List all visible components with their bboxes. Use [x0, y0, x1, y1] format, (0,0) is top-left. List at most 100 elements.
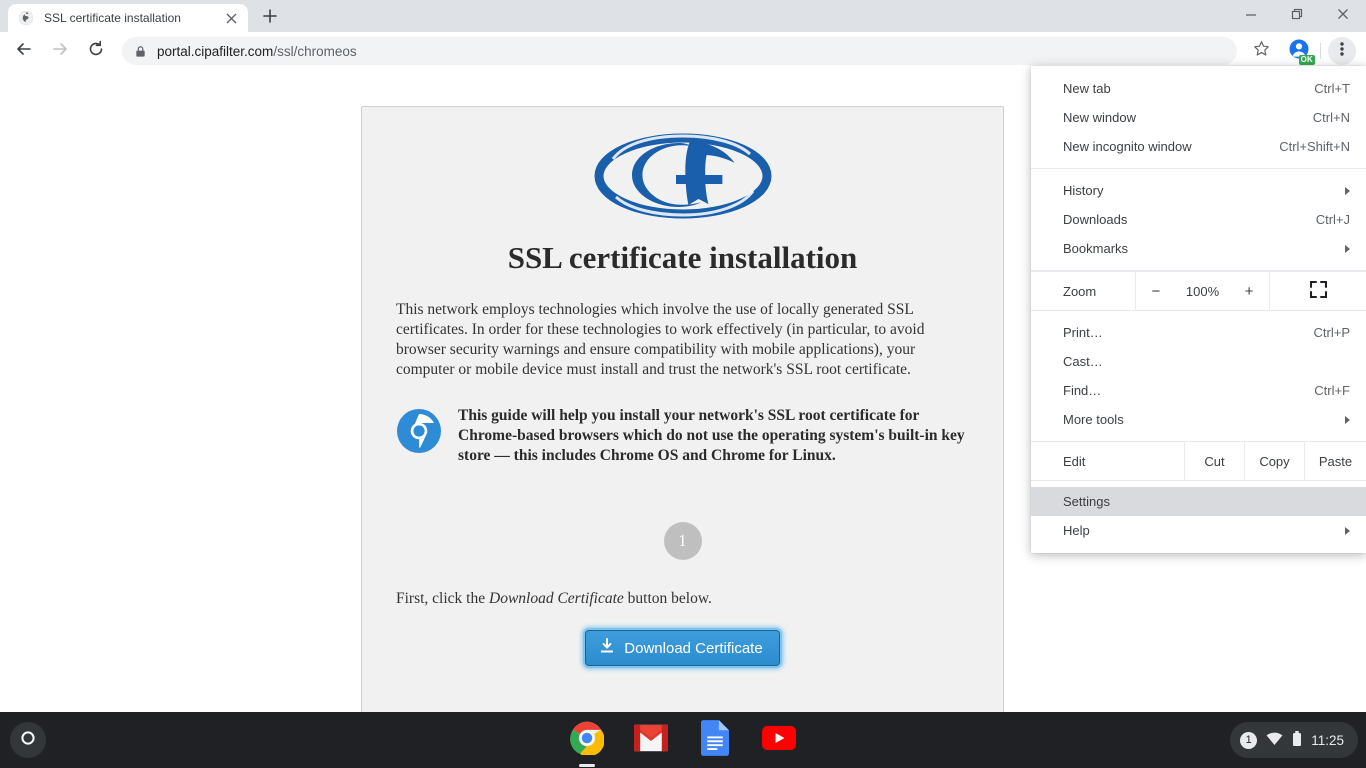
browser-toolbar: portal.cipafilter.com/ssl/chromeos OK [0, 32, 1366, 70]
maximize-button[interactable] [1274, 0, 1320, 32]
zoom-in-button[interactable]: + [1229, 271, 1269, 311]
menu-item-label: More tools [1063, 412, 1345, 427]
zoom-controls: − 100% + [1135, 272, 1269, 310]
restore-icon [1291, 7, 1303, 25]
menu-item-new-tab[interactable]: New tab Ctrl+T [1031, 74, 1366, 103]
logo-container [362, 133, 1003, 224]
gmail-icon [634, 724, 668, 757]
menu-item-accelerator: Ctrl+P [1314, 325, 1350, 340]
url-path: /ssl/chromeos [273, 44, 356, 59]
menu-item-new-window[interactable]: New window Ctrl+N [1031, 103, 1366, 132]
tab-strip: SSL certificate installation [0, 0, 1366, 32]
url-text: portal.cipafilter.com/ssl/chromeos [157, 44, 357, 59]
zoom-out-button[interactable]: − [1136, 271, 1176, 311]
launcher-circle-icon [20, 730, 36, 751]
edit-label: Edit [1031, 442, 1184, 480]
chrome-main-menu: New tab Ctrl+T New window Ctrl+N New inc… [1031, 66, 1366, 553]
menu-item-label: History [1063, 183, 1345, 198]
tab-title: SSL certificate installation [44, 11, 222, 25]
fullscreen-button[interactable] [1269, 272, 1366, 310]
step-1-section: 1 First, click the Download Certificate … [362, 522, 1003, 666]
ssl-install-panel: SSL certificate installation This networ… [361, 106, 1004, 712]
download-certificate-button[interactable]: Download Certificate [585, 630, 779, 666]
menu-item-history[interactable]: History [1031, 176, 1366, 205]
menu-item-find[interactable]: Find… Ctrl+F [1031, 376, 1366, 405]
system-tray[interactable]: 1 11:25 [1230, 722, 1358, 758]
menu-item-label: Print… [1063, 325, 1314, 340]
fullscreen-icon [1310, 281, 1327, 301]
cut-button[interactable]: Cut [1184, 442, 1244, 480]
copy-button[interactable]: Copy [1244, 442, 1304, 480]
shelf-app-docs[interactable] [697, 722, 733, 758]
menu-item-label: Cast… [1063, 354, 1350, 369]
step-badge-1: 1 [664, 522, 702, 560]
menu-item-accelerator: Ctrl+T [1314, 81, 1350, 96]
zoom-row: Zoom − 100% + [1031, 271, 1366, 311]
bookmark-button[interactable] [1247, 37, 1275, 65]
step1-text-emphasis: Download Certificate [489, 590, 624, 607]
active-app-indicator [579, 764, 595, 767]
menu-item-print[interactable]: Print… Ctrl+P [1031, 318, 1366, 347]
wifi-icon [1266, 732, 1283, 749]
menu-item-label: New window [1063, 110, 1313, 125]
zoom-label: Zoom [1031, 272, 1135, 310]
download-button-row: Download Certificate [362, 630, 1003, 666]
shelf-app-chrome[interactable] [569, 722, 605, 758]
chevron-right-icon [1345, 527, 1350, 535]
chromeos-shelf: 1 11:25 [0, 712, 1366, 768]
launcher-button[interactable] [10, 722, 46, 758]
chrome-menu-button[interactable] [1328, 37, 1356, 65]
profile-button[interactable]: OK [1285, 37, 1313, 65]
menu-item-label: Help [1063, 523, 1345, 538]
back-arrow-icon [15, 40, 33, 63]
new-tab-button[interactable] [256, 5, 284, 31]
browser-window: SSL certificate installation [0, 0, 1366, 712]
menu-item-new-incognito-window[interactable]: New incognito window Ctrl+Shift+N [1031, 132, 1366, 161]
menu-item-downloads[interactable]: Downloads Ctrl+J [1031, 205, 1366, 234]
forward-arrow-icon [51, 40, 69, 63]
menu-item-accelerator: Ctrl+N [1313, 110, 1350, 125]
guide-note-text: This guide will help you install your ne… [458, 406, 969, 466]
close-window-button[interactable] [1320, 0, 1366, 32]
three-dot-menu-icon [1340, 41, 1344, 62]
google-docs-icon [701, 720, 729, 761]
page-title: SSL certificate installation [362, 240, 1003, 276]
download-icon [599, 638, 615, 658]
guide-note: This guide will help you install your ne… [396, 406, 969, 466]
menu-item-label: New incognito window [1063, 139, 1279, 154]
back-button[interactable] [10, 37, 38, 65]
step-1-instruction: First, click the Download Certificate bu… [396, 590, 969, 608]
menu-item-help[interactable]: Help [1031, 516, 1366, 545]
menu-item-accelerator: Ctrl+J [1316, 212, 1350, 227]
menu-item-accelerator: Ctrl+Shift+N [1279, 139, 1350, 154]
shelf-app-youtube[interactable] [761, 722, 797, 758]
step1-text-before: First, click the [396, 590, 489, 607]
reload-icon [87, 40, 105, 63]
menu-item-settings[interactable]: Settings [1031, 487, 1366, 516]
menu-separator [1031, 168, 1366, 169]
download-certificate-button-label: Download Certificate [624, 640, 762, 657]
star-icon [1253, 40, 1270, 62]
address-bar[interactable]: portal.cipafilter.com/ssl/chromeos [122, 37, 1237, 65]
shelf-app-list [0, 712, 1366, 768]
close-icon[interactable] [222, 9, 240, 27]
clock-time: 11:25 [1311, 733, 1344, 748]
menu-item-label: New tab [1063, 81, 1314, 96]
window-controls [1228, 0, 1366, 32]
minimize-button[interactable] [1228, 0, 1274, 32]
reload-button[interactable] [82, 37, 110, 65]
youtube-icon [762, 726, 796, 755]
toolbar-divider [1320, 43, 1321, 59]
menu-item-label: Find… [1063, 383, 1314, 398]
menu-item-bookmarks[interactable]: Bookmarks [1031, 234, 1366, 263]
close-icon [1337, 7, 1349, 25]
browser-tab[interactable]: SSL certificate installation [8, 4, 248, 32]
forward-button[interactable] [46, 37, 74, 65]
shelf-app-gmail[interactable] [633, 722, 669, 758]
paste-button[interactable]: Paste [1304, 442, 1366, 480]
chevron-right-icon [1345, 187, 1350, 195]
chevron-right-icon [1345, 245, 1350, 253]
menu-item-more-tools[interactable]: More tools [1031, 405, 1366, 434]
chrome-icon [570, 721, 604, 760]
menu-item-cast[interactable]: Cast… [1031, 347, 1366, 376]
